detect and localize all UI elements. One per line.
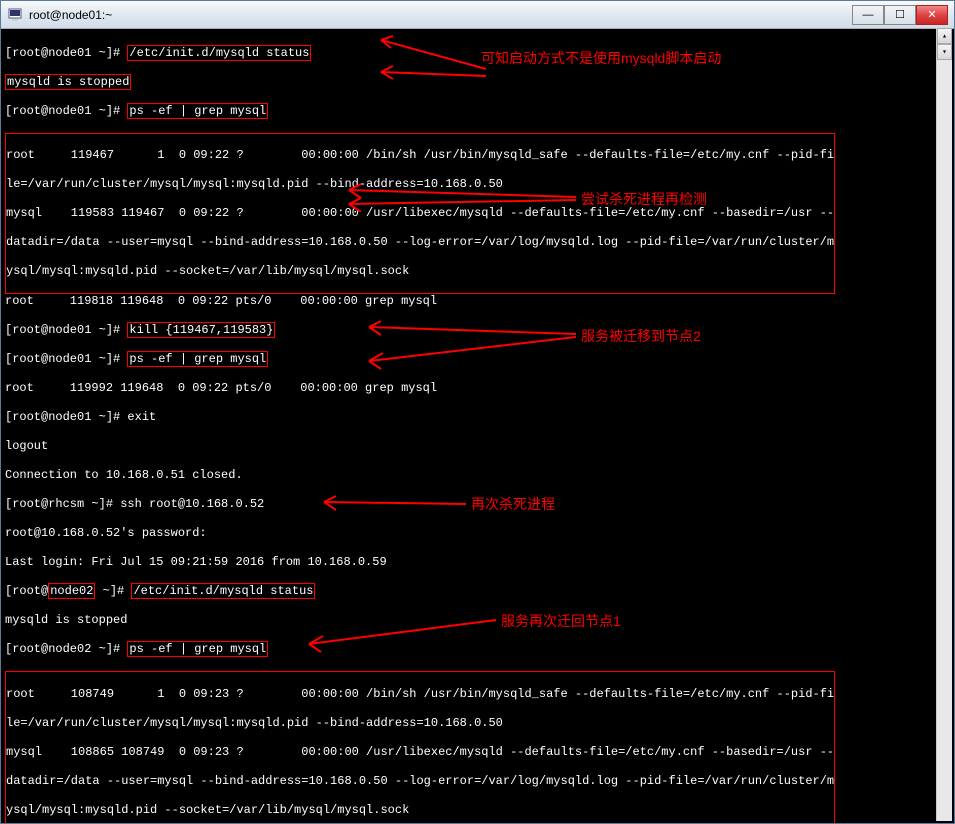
ps-output-block-1: root 119467 1 0 09:22 ? 00:00:00 /bin/sh… xyxy=(5,133,835,295)
ps-line: datadir=/data --user=mysql --bind-addres… xyxy=(6,774,834,789)
maximize-button[interactable]: ☐ xyxy=(884,5,916,25)
cmd-ps: ps -ef | grep mysql xyxy=(127,103,268,119)
output-stopped: mysqld is stopped xyxy=(5,613,950,628)
prompt: [root@ xyxy=(5,584,48,598)
term-line: Last login: Fri Jul 15 09:21:59 2016 fro… xyxy=(5,555,950,570)
ps-line: le=/var/run/cluster/mysql/mysql:mysqld.p… xyxy=(6,177,834,192)
putty-icon xyxy=(7,7,23,23)
term-line: [root@node01 ~]# exit xyxy=(5,410,950,425)
cmd-ps2: ps -ef | grep mysql xyxy=(127,351,268,367)
cmd-kill: kill {119467,119583} xyxy=(127,322,275,338)
ps-line: le=/var/run/cluster/mysql/mysql:mysqld.p… xyxy=(6,716,834,731)
term-line: logout xyxy=(5,439,950,454)
cmd-status: /etc/init.d/mysqld status xyxy=(127,45,311,61)
prompt: [root@node01 ~]# xyxy=(5,352,127,366)
titlebar[interactable]: root@node01:~ — ☐ ✕ xyxy=(1,1,954,29)
ps-line: ysql/mysql:mysqld.pid --socket=/var/lib/… xyxy=(6,264,834,279)
ps-line: mysql 119583 119467 0 09:22 ? 00:00:00 /… xyxy=(6,206,834,221)
terminal[interactable]: [root@node01 ~]# /etc/init.d/mysqld stat… xyxy=(1,29,954,823)
window-title: root@node01:~ xyxy=(29,8,852,22)
ps-line: root 119992 119648 0 09:22 pts/0 00:00:0… xyxy=(5,381,950,396)
putty-window: root@node01:~ — ☐ ✕ [root@node01 ~]# /et… xyxy=(0,0,955,824)
term-line: root@10.168.0.52's password: xyxy=(5,526,950,541)
cmd-status2: /etc/init.d/mysqld status xyxy=(131,583,315,599)
hostname: node02 xyxy=(48,583,95,599)
prompt: [root@node01 ~]# xyxy=(5,104,127,118)
minimize-button[interactable]: — xyxy=(852,5,884,25)
ps-line: root 119467 1 0 09:22 ? 00:00:00 /bin/sh… xyxy=(6,148,834,163)
ps-output-block-2: root 108749 1 0 09:23 ? 00:00:00 /bin/sh… xyxy=(5,671,835,823)
scrollbar[interactable]: ▴ ▾ xyxy=(936,28,952,821)
ps-line: datadir=/data --user=mysql --bind-addres… xyxy=(6,235,834,250)
term-line: Connection to 10.168.0.51 closed. xyxy=(5,468,950,483)
cmd-ps3: ps -ef | grep mysql xyxy=(127,641,268,657)
scroll-down-button[interactable]: ▾ xyxy=(937,44,952,60)
window-controls: — ☐ ✕ xyxy=(852,5,948,25)
prompt: [root@node02 ~]# xyxy=(5,642,127,656)
prompt: [root@node01 ~]# xyxy=(5,323,127,337)
output-stopped: mysqld is stopped xyxy=(5,74,131,90)
close-button[interactable]: ✕ xyxy=(916,5,948,25)
term-line: [root@rhcsm ~]# ssh root@10.168.0.52 xyxy=(5,497,950,512)
ps-line: mysql 108865 108749 0 09:23 ? 00:00:00 /… xyxy=(6,745,834,760)
prompt: ~]# xyxy=(95,584,131,598)
ps-line: ysql/mysql:mysqld.pid --socket=/var/lib/… xyxy=(6,803,834,818)
ps-line: root 119818 119648 0 09:22 pts/0 00:00:0… xyxy=(5,294,950,309)
scroll-up-button[interactable]: ▴ xyxy=(937,28,952,44)
prompt: [root@node01 ~]# xyxy=(5,46,127,60)
ps-line: root 108749 1 0 09:23 ? 00:00:00 /bin/sh… xyxy=(6,687,834,702)
